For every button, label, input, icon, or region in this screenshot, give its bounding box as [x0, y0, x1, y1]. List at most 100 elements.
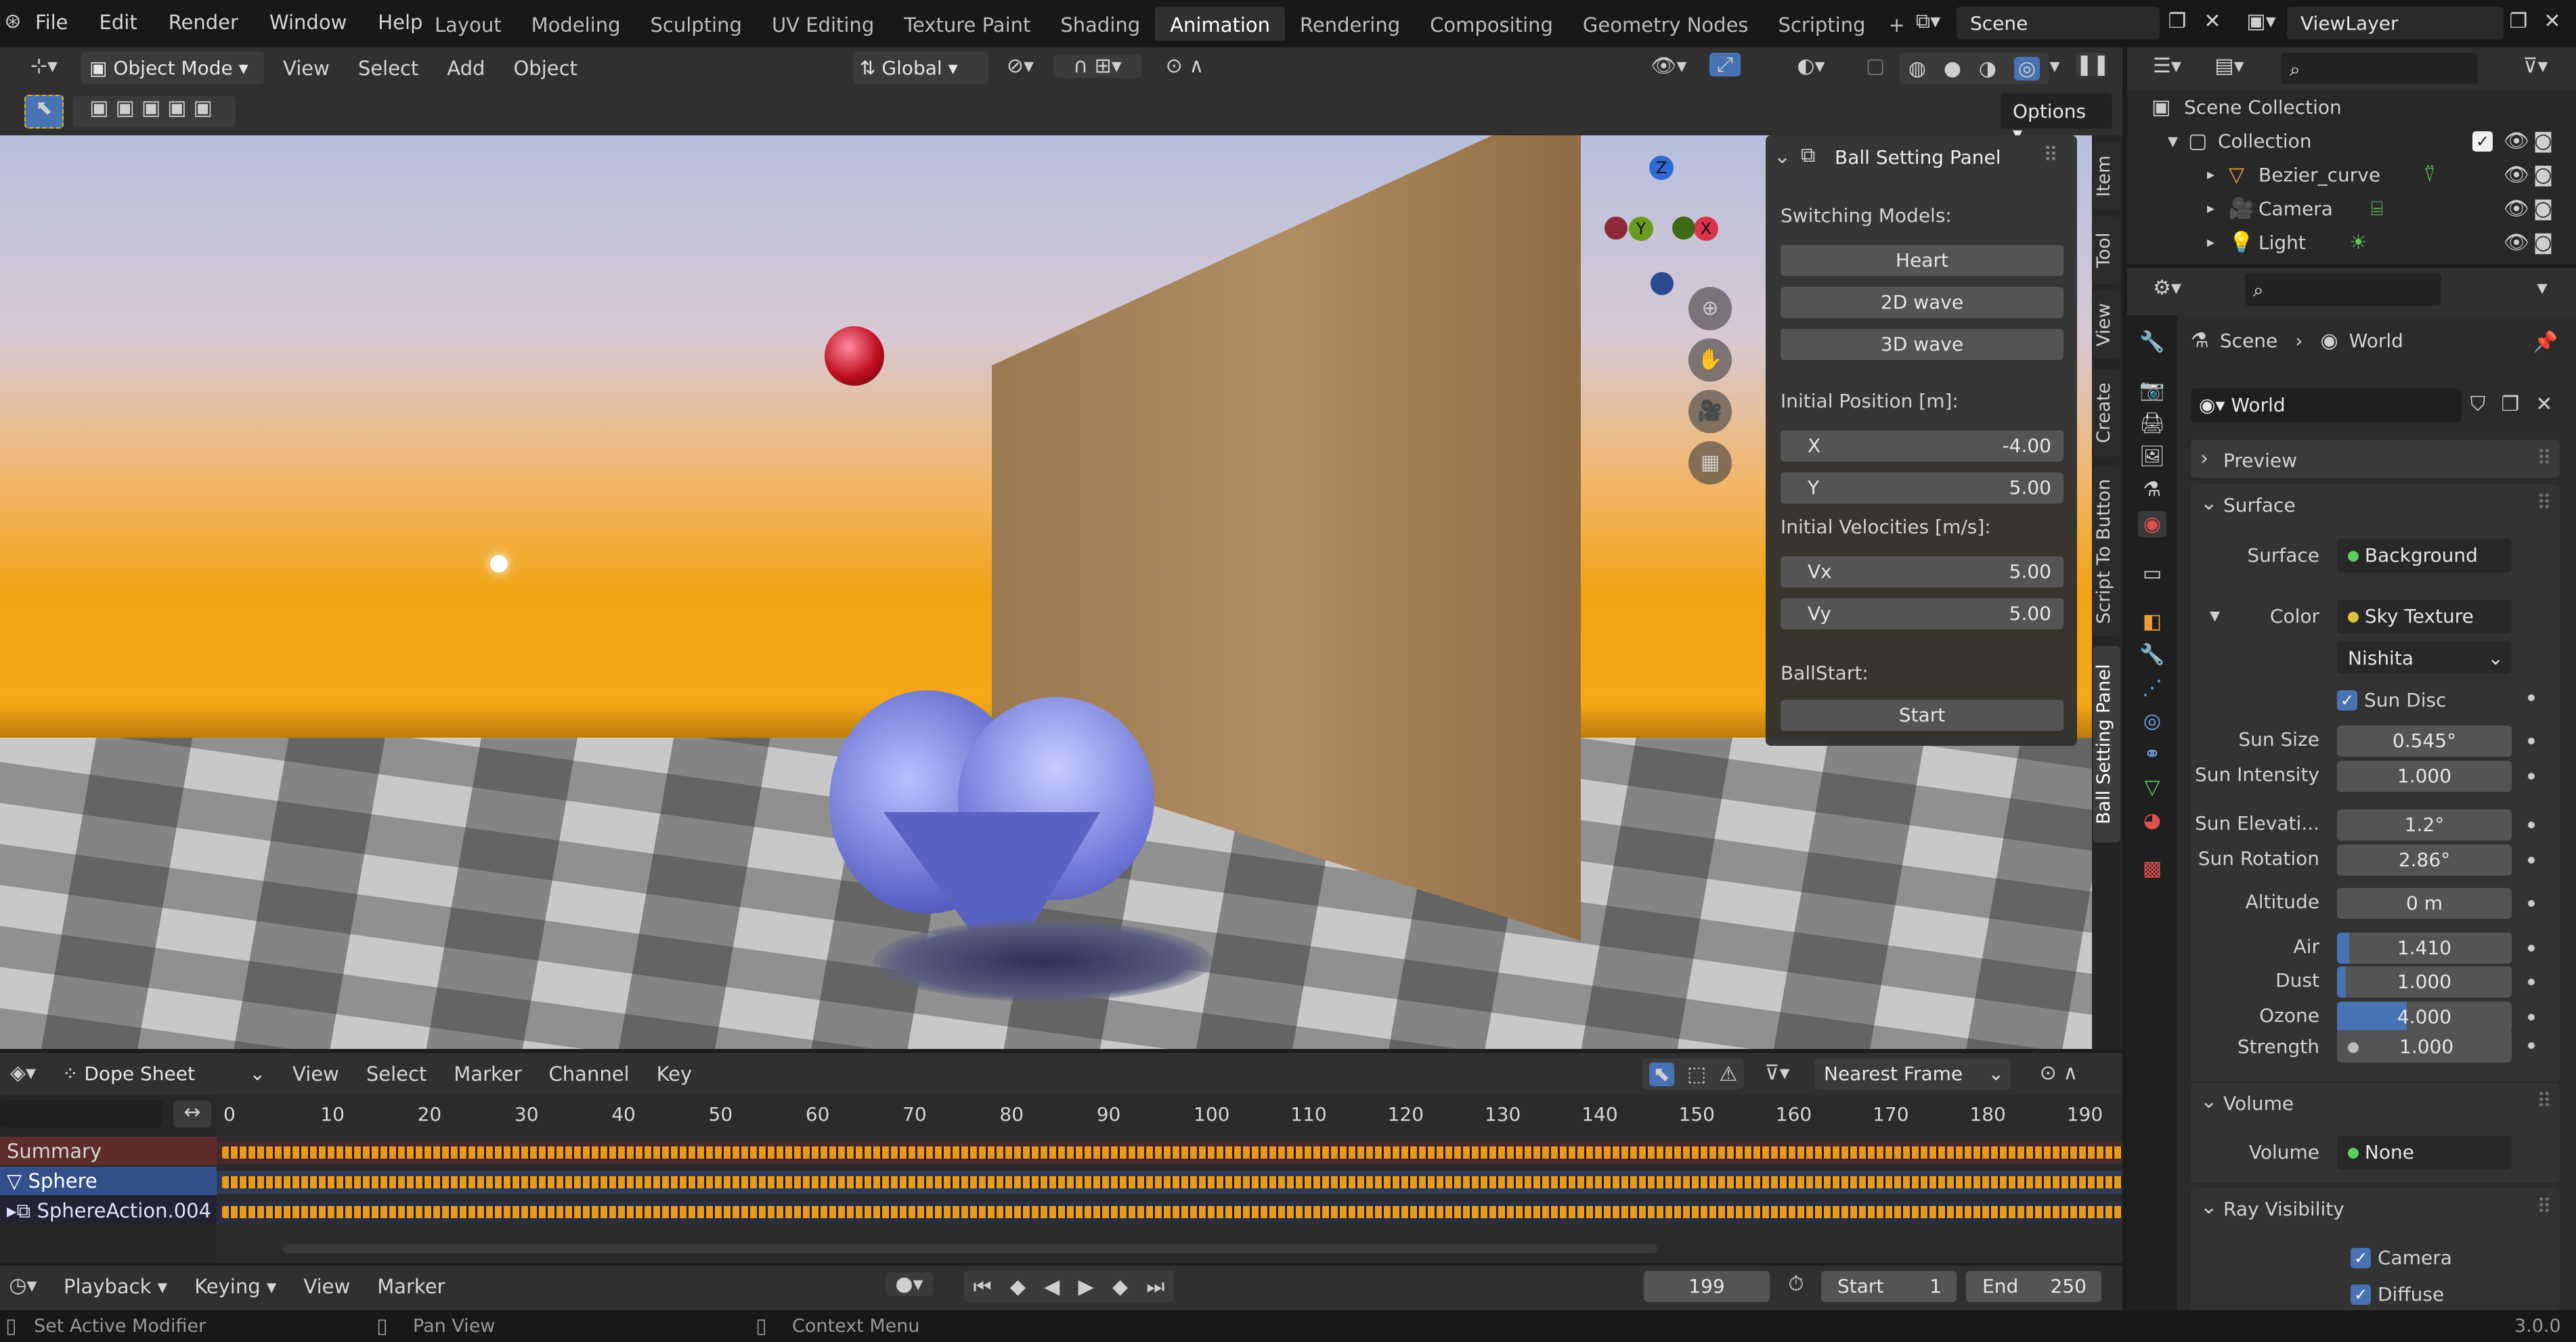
render-tab-icon[interactable]: 📷	[2139, 378, 2164, 402]
channel-sphere-action[interactable]: ▸⧉ SphereAction.004	[0, 1196, 217, 1225]
tab-ball-setting-panel[interactable]: Ball Setting Panel	[2093, 646, 2120, 843]
collapse-chevron-icon[interactable]: ⌄	[1774, 145, 1791, 169]
keyframe-row-action[interactable]	[217, 1201, 2122, 1224]
viewlayer-icon[interactable]: ▣▾	[2241, 9, 2282, 33]
tab-modeling[interactable]: Modeling	[517, 7, 636, 41]
filter-icon[interactable]: ⊽▾	[2512, 54, 2559, 78]
drag-handle-icon[interactable]: ⠿	[2537, 447, 2552, 470]
view-layer-tab-icon[interactable]: 🖼	[2139, 445, 2165, 468]
menu-render[interactable]: Render	[169, 11, 238, 34]
mode-selector[interactable]: ▣ Object Mode ▾	[81, 51, 264, 84]
texture-tab-icon[interactable]: ▩	[2143, 857, 2162, 880]
menu-view[interactable]: View	[292, 1063, 339, 1086]
tab-compositing[interactable]: Compositing	[1415, 7, 1568, 41]
tab-scripting[interactable]: Scripting	[1764, 7, 1881, 41]
pause-render-icon[interactable]: ❚❚	[2076, 53, 2110, 76]
ray-visibility-header[interactable]: ⌄ Ray Visibility ⠿	[2191, 1188, 2560, 1226]
keyframe-dot-icon[interactable]	[2528, 738, 2535, 744]
dopesheet-mode-dropdown[interactable]: ⁘ Dope Sheet ⌄	[56, 1058, 272, 1090]
keyframe-dot-icon[interactable]	[2528, 822, 2535, 828]
next-keyframe-icon[interactable]: ◆	[1112, 1275, 1128, 1299]
pin-icon[interactable]: 📌	[2532, 330, 2559, 354]
tree-scene-collection[interactable]: ▣ Scene Collection	[2127, 91, 2576, 125]
menu-view[interactable]: View	[283, 57, 330, 80]
snap-icon[interactable]: ∩ ⊞▾	[1053, 54, 1141, 78]
tab-animation[interactable]: Animation	[1155, 7, 1286, 41]
heart-button[interactable]: Heart	[1781, 245, 2064, 276]
eye-icon[interactable]: 👁	[2504, 192, 2529, 226]
snap-mode-dropdown[interactable]: Nearest Frame ⌄	[1814, 1058, 2011, 1090]
blender-logo-icon[interactable]: ⊛	[1, 9, 24, 37]
object-tab-icon[interactable]: ◧	[2143, 610, 2162, 633]
wireframe-shading-icon[interactable]: ◍	[1908, 57, 1926, 81]
keyframe-dot-icon[interactable]	[2528, 1042, 2535, 1049]
tree-bezier-curve[interactable]: ▸ ▽ Bezier_curve ⍢ 👁 ◙	[2127, 158, 2576, 192]
drag-handle-icon[interactable]: ⠿	[2537, 491, 2552, 515]
proportional-edit-icon[interactable]: ⊙ ∧	[2022, 1061, 2096, 1085]
resize-horizontal-icon[interactable]: ↔	[173, 1100, 211, 1127]
only-selected-icon[interactable]: ⬉	[1649, 1062, 1674, 1086]
editor-type-icon[interactable]: ⊹▾	[20, 54, 68, 78]
vx-field[interactable]: Vx 5.00	[1781, 556, 2064, 587]
surface-shader-field[interactable]: Background	[2337, 539, 2512, 573]
render-camera-icon[interactable]: ◙	[2533, 226, 2553, 260]
horizontal-scrollbar[interactable]	[283, 1244, 1657, 1253]
tab-tool[interactable]: Tool	[2093, 217, 2120, 284]
menu-window[interactable]: Window	[269, 11, 347, 34]
menu-marker[interactable]: Marker	[377, 1275, 445, 1298]
expand-icon[interactable]: ▸	[2207, 226, 2214, 260]
solid-shading-icon[interactable]: ●	[1944, 57, 1961, 81]
collection-exclude-checkbox[interactable]: ✓	[2472, 131, 2493, 152]
tab-texture-paint[interactable]: Texture Paint	[889, 7, 1045, 41]
navigation-gizmo[interactable]: Z Y X	[1591, 149, 1726, 298]
keyframe-dot-icon[interactable]	[2528, 773, 2535, 780]
collection-tab-icon[interactable]: ▭	[2143, 562, 2162, 585]
tab-shading[interactable]: Shading	[1045, 7, 1155, 41]
current-frame-field[interactable]: 199	[1644, 1271, 1770, 1302]
scene-selector[interactable]: Scene	[1957, 7, 2160, 39]
tab-script-to-button[interactable]: Script To Button	[2093, 467, 2120, 636]
sky-param-field[interactable]: 1.410	[2337, 933, 2512, 964]
gizmo-axis-y[interactable]: Y	[1629, 217, 1653, 241]
pivot-icon[interactable]: ⊘▾	[997, 54, 1044, 78]
close-viewlayer-icon[interactable]: ✕	[2539, 9, 2566, 33]
eye-icon[interactable]: 👁	[2504, 158, 2529, 192]
render-camera-icon[interactable]: ◙	[2533, 158, 2553, 192]
timeline-editor-icon[interactable]: ◷▾	[3, 1274, 43, 1297]
only-errors-icon[interactable]: ⚠	[1719, 1063, 1737, 1086]
keyframe-dot-icon[interactable]	[2528, 900, 2535, 907]
menu-view[interactable]: View	[303, 1275, 350, 1298]
visibility-icon[interactable]: 👁▾	[1645, 54, 1693, 78]
keyframe-row-sphere[interactable]	[217, 1171, 2122, 1194]
start-button[interactable]: Start	[1781, 700, 2064, 731]
filter-icon[interactable]: ⊽▾	[1753, 1061, 1801, 1085]
properties-options-icon[interactable]: ▾	[2529, 276, 2556, 300]
proportional-edit-icon[interactable]: ⊙ ∧	[1151, 54, 1219, 78]
preview-range-icon[interactable]: ⏱	[1781, 1272, 1812, 1296]
modifier-tab-icon[interactable]: 🔧	[2139, 643, 2164, 667]
options-dropdown[interactable]: Options ▾	[2001, 93, 2112, 145]
sky-type-dropdown[interactable]: Nishita ⌄	[2337, 642, 2512, 674]
sky-param-field[interactable]: 0 m	[2337, 888, 2512, 919]
record-icon[interactable]: ●▾	[886, 1272, 933, 1296]
duplicate-world-icon[interactable]: ❐	[2497, 393, 2524, 416]
fake-user-icon[interactable]: ⛉	[2464, 393, 2491, 416]
sky-param-field[interactable]: 2.86°	[2337, 845, 2512, 876]
gizmo-neg-x[interactable]	[1604, 217, 1628, 240]
menu-edit[interactable]: Edit	[100, 11, 137, 34]
preview-section[interactable]: › Preview ⠿	[2191, 440, 2560, 478]
orientation-selector[interactable]: ⇅ Global ▾	[853, 51, 988, 84]
material-shading-icon[interactable]: ◑	[1979, 57, 1996, 81]
eye-icon[interactable]: 👁	[2504, 125, 2529, 158]
tree-light[interactable]: ▸ 💡 Light ☀ 👁 ◙	[2127, 226, 2576, 260]
ray-diffuse-checkbox[interactable]: ✓	[2351, 1284, 2371, 1305]
outliner-editor-icon[interactable]: ☰▾	[2143, 54, 2191, 78]
select-tool-icon[interactable]: ⬉	[24, 95, 64, 129]
tree-collection[interactable]: ▾ ▢ Collection ✓ 👁 ◙	[2127, 125, 2576, 158]
pan-hand-icon[interactable]: ✋	[1688, 338, 1732, 382]
gizmo-toggle-icon[interactable]: ⤢	[1709, 53, 1741, 76]
render-camera-icon[interactable]: ◙	[2533, 125, 2553, 158]
menu-select[interactable]: Select	[358, 57, 418, 80]
menu-object[interactable]: Object	[513, 57, 577, 80]
tab-geometry-nodes[interactable]: Geometry Nodes	[1568, 7, 1764, 41]
